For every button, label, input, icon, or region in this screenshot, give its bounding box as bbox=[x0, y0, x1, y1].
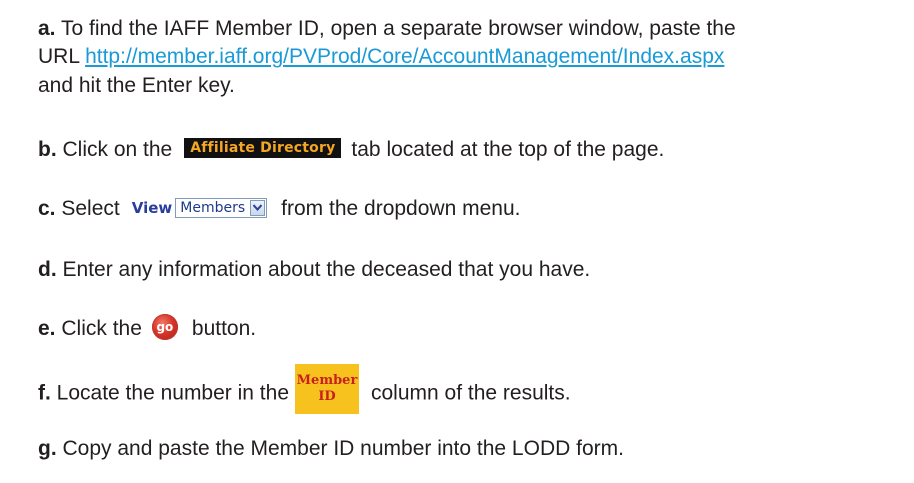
step-a-letter: a. bbox=[38, 17, 56, 40]
step-f-letter: f. bbox=[38, 381, 51, 405]
step-f: f. Locate the number in the Member ID colum… bbox=[38, 364, 571, 414]
step-e-text-before: Click the bbox=[61, 317, 142, 340]
step-d-letter: d. bbox=[38, 258, 57, 281]
step-b-letter: b. bbox=[38, 138, 57, 161]
step-b-text-after: tab located at the top of the page. bbox=[351, 138, 665, 161]
step-e-letter: e. bbox=[38, 317, 56, 340]
step-a-text-after: and hit the Enter key. bbox=[38, 74, 235, 97]
step-c-text-after: from the dropdown menu. bbox=[281, 197, 521, 220]
affiliate-directory-tab[interactable]: Affiliate Directory bbox=[184, 138, 342, 159]
step-a-line2: URL http://member.iaff.org/PVProd/Core/A… bbox=[38, 44, 724, 70]
step-d-text: Enter any information about the deceased… bbox=[62, 258, 591, 281]
chevron-down-icon[interactable] bbox=[250, 199, 266, 216]
step-c-letter: c. bbox=[38, 197, 56, 220]
step-b-text-before: Click on the bbox=[62, 138, 173, 161]
step-g-letter: g. bbox=[38, 437, 57, 460]
step-g: g. Copy and paste the Member ID number i… bbox=[38, 436, 624, 462]
step-g-text: Copy and paste the Member ID number into… bbox=[62, 437, 624, 460]
view-dropdown-value: Members bbox=[180, 199, 246, 216]
step-c-text-before: Select bbox=[61, 197, 120, 220]
view-dropdown[interactable]: Members bbox=[175, 197, 268, 218]
step-f-text-before: Locate the number in the bbox=[56, 381, 289, 405]
step-a-url-prefix: URL bbox=[38, 45, 86, 68]
step-f-text-after: column of the results. bbox=[371, 381, 571, 405]
step-e: e. Click the go button. bbox=[38, 314, 257, 342]
step-e-text-after: button. bbox=[191, 317, 257, 340]
iaff-account-link[interactable]: http://member.iaff.org/PVProd/Core/Accou… bbox=[85, 45, 724, 68]
step-d: d. Enter any information about the decea… bbox=[38, 257, 590, 283]
go-button-icon[interactable]: go bbox=[151, 314, 178, 341]
step-c: c. Select View Members from the dropdown me… bbox=[38, 196, 520, 222]
step-b: b. Click on the Affiliate Directory tab lo… bbox=[38, 137, 664, 163]
step-a-line3: and hit the Enter key. bbox=[38, 73, 235, 99]
step-a-text: To find the IAFF Member ID, open a separ… bbox=[60, 17, 736, 40]
member-id-column-header[interactable]: Member ID bbox=[295, 364, 359, 414]
view-label: View bbox=[131, 198, 173, 217]
member-id-header-line2: ID bbox=[318, 389, 336, 404]
step-a: a. To find the IAFF Member ID, open a se… bbox=[38, 16, 736, 42]
member-id-header-line1: Member bbox=[296, 373, 358, 388]
